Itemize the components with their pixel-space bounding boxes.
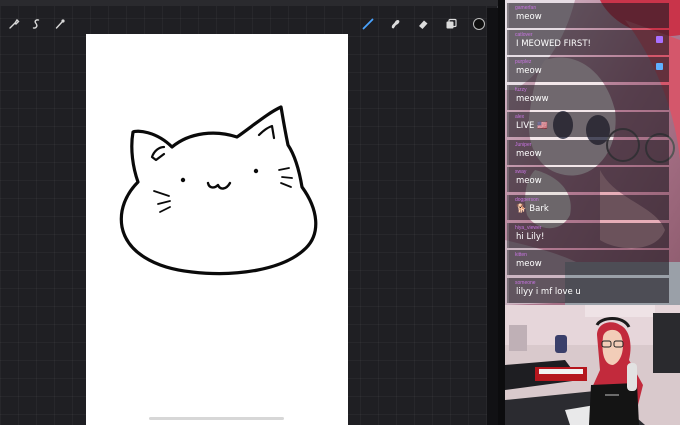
chat-message: gamerfan meow <box>507 3 669 28</box>
chat-text: meow <box>516 176 542 186</box>
subscriber-badge-icon <box>656 36 663 43</box>
smudge-icon[interactable] <box>385 14 405 34</box>
chat-message: kitten meow <box>507 250 669 275</box>
chat-message: Juniper meow <box>507 140 669 165</box>
chat-message: purplez meow <box>507 57 669 82</box>
chat-username: kitten <box>515 252 527 258</box>
chat-text: I MEOWED FIRST! <box>516 39 591 49</box>
color-swatch-icon[interactable] <box>469 14 489 34</box>
chat-text: lilyy i mf love u <box>516 287 581 297</box>
webcam-feed <box>505 305 680 425</box>
chat-username: dogperson <box>515 197 539 203</box>
adjustments-icon[interactable] <box>26 14 46 34</box>
chat-username: fuzzy <box>515 87 527 93</box>
drawing-canvas[interactable] <box>86 34 348 425</box>
chat-username: Juniper <box>515 142 532 148</box>
chat-message: fuzzy meoww <box>507 85 669 110</box>
chat-message: dogperson 🐕 Bark <box>507 195 669 220</box>
cat-drawing <box>119 105 318 276</box>
chat-username: gamerfan <box>515 5 537 11</box>
chat-text: meow <box>516 12 542 22</box>
chat-message: alex LIVE 🇺🇸 <box>507 112 669 137</box>
chat-message: sway meow <box>507 167 669 192</box>
wrench-icon[interactable] <box>4 14 24 34</box>
toolbar <box>0 14 498 36</box>
eraser-icon[interactable] <box>413 14 433 34</box>
home-indicator <box>149 417 284 420</box>
chat-text: hi Lily! <box>516 232 545 242</box>
chat-username: catlover <box>515 32 533 38</box>
chat-text: 🐕 Bark <box>516 204 549 214</box>
drawing-app <box>0 0 498 425</box>
chat-text: meow <box>516 66 542 76</box>
chat-username: purplez <box>515 59 532 65</box>
badge-icon <box>656 63 663 70</box>
chat-message: someone lilyy i mf love u <box>507 278 669 303</box>
chat-text: meow <box>516 149 542 159</box>
chat-username: hiya_viewer <box>515 225 542 231</box>
chat-message: catlover I MEOWED FIRST! <box>507 30 669 55</box>
chat-text: meoww <box>516 94 549 104</box>
device-bezel <box>487 8 498 425</box>
selection-icon[interactable] <box>50 14 70 34</box>
chat-text: meow <box>516 259 542 269</box>
chat-message: hiya_viewer hi Lily! <box>507 223 669 248</box>
chat-text: LIVE 🇺🇸 <box>516 121 548 131</box>
status-strip <box>0 0 498 6</box>
layers-icon[interactable] <box>441 14 461 34</box>
chat-username: sway <box>515 169 527 175</box>
chat-username: someone <box>515 280 536 286</box>
chat-panel: gamerfan meow catlover I MEOWED FIRST! p… <box>505 0 680 305</box>
brush-icon[interactable] <box>358 14 378 34</box>
chat-username: alex <box>515 114 525 120</box>
